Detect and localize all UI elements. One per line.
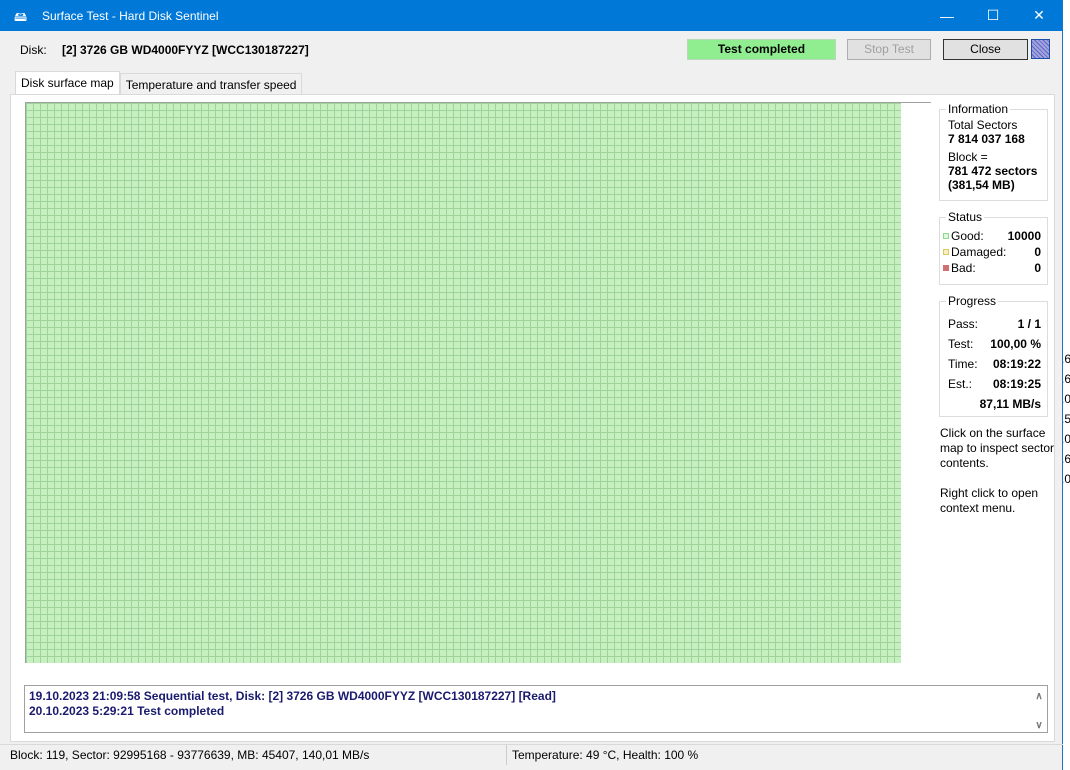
disk-label: Disk: <box>20 43 47 57</box>
maximize-button[interactable]: ☐ <box>970 0 1016 31</box>
divider <box>901 102 931 103</box>
log-line: 19.10.2023 21:09:58 Sequential test, Dis… <box>29 689 556 703</box>
time-label: Time: <box>948 357 978 371</box>
status-damaged-row: Damaged: 0 <box>943 244 1047 260</box>
good-value: 10000 <box>1007 229 1041 243</box>
test-value: 100,00 % <box>990 337 1041 351</box>
total-sectors-label: Total Sectors <box>948 118 1018 132</box>
damaged-square-icon <box>943 249 949 255</box>
scroll-down-icon[interactable]: ∨ <box>1031 718 1047 733</box>
test-log[interactable]: 19.10.2023 21:09:58 Sequential test, Dis… <box>24 685 1048 733</box>
inspect-hint: Click on the surface map to inspect sect… <box>940 426 1055 470</box>
context-menu-hint: Right click to open context menu. <box>940 486 1039 515</box>
divider <box>506 745 507 765</box>
block-sectors-value: 781 472 sectors <box>948 164 1038 178</box>
good-square-icon <box>943 233 949 239</box>
tab-panel: Information Total Sectors 7 814 037 168 … <box>10 94 1055 742</box>
status-group: Status Good: 10000 Damaged: 0 Bad: 0 <box>939 210 1048 285</box>
damaged-label: Damaged: <box>951 245 1007 259</box>
close-window-button[interactable]: ✕ <box>1016 0 1062 31</box>
est-label: Est.: <box>948 377 973 391</box>
bad-square-icon <box>943 265 949 271</box>
block-info: Block: 119, Sector: 92995168 - 93776639,… <box>10 748 370 762</box>
tab-temperature-transfer-speed[interactable]: Temperature and transfer speed <box>119 73 303 95</box>
close-button[interactable]: Close <box>943 39 1028 60</box>
good-label: Good: <box>951 229 984 243</box>
damaged-value: 0 <box>1034 245 1041 259</box>
test-row: Test: 100,00 % <box>948 334 1047 354</box>
bad-label: Bad: <box>951 261 976 275</box>
title-bar[interactable]: 🖴 Surface Test - Hard Disk Sentinel — ☐ … <box>0 0 1062 31</box>
pass-row: Pass: 1 / 1 <box>948 314 1047 334</box>
minimize-button[interactable]: — <box>924 0 970 31</box>
speed-value: 87,11 MB/s <box>979 397 1041 411</box>
time-row: Time: 08:19:22 <box>948 354 1047 374</box>
progress-group: Progress Pass: 1 / 1 Test: 100,00 % Time: 0… <box>939 294 1048 417</box>
progress-title: Progress <box>946 294 999 308</box>
log-scrollbar[interactable]: ∧ ∨ <box>1031 686 1047 732</box>
block-label: Block = <box>948 150 988 164</box>
save-icon[interactable] <box>1031 39 1050 59</box>
pass-value: 1 / 1 <box>1017 317 1041 331</box>
status-title: Status <box>946 210 985 224</box>
bad-value: 0 <box>1034 261 1041 275</box>
est-row: Est.: 08:19:25 <box>948 374 1047 394</box>
total-sectors-value: 7 814 037 168 <box>948 132 1025 146</box>
log-line: 20.10.2023 5:29:21 Test completed <box>29 704 225 718</box>
app-icon: 🖴 <box>14 8 28 24</box>
information-title: Information <box>946 102 1011 116</box>
stop-test-button[interactable]: Stop Test <box>847 39 931 60</box>
disk-value: [2] 3726 GB WD4000FYYZ [WCC130187227] <box>62 43 309 57</box>
speed-row: 87,11 MB/s <box>948 394 1047 414</box>
window-title: Surface Test - Hard Disk Sentinel <box>42 8 219 23</box>
est-value: 08:19:25 <box>992 377 1041 391</box>
status-bar: Block: 119, Sector: 92995168 - 93776639,… <box>0 744 1063 765</box>
time-value: 08:19:22 <box>992 357 1041 371</box>
disk-surface-map[interactable] <box>25 102 901 663</box>
pass-label: Pass: <box>948 317 979 331</box>
status-bad-row: Bad: 0 <box>943 260 1047 276</box>
scroll-up-icon[interactable]: ∧ <box>1031 689 1047 704</box>
temperature-health-info: Temperature: 49 °C, Health: 100 % <box>512 748 699 762</box>
information-group: Information Total Sectors 7 814 037 168 … <box>939 102 1048 201</box>
status-good-row: Good: 10000 <box>943 228 1047 244</box>
block-size-value: (381,54 MB) <box>948 178 1015 192</box>
tab-disk-surface-map[interactable]: Disk surface map <box>15 71 120 95</box>
surface-test-window: 🖴 Surface Test - Hard Disk Sentinel — ☐ … <box>0 0 1063 770</box>
test-status-indicator: Test completed <box>687 39 836 60</box>
test-label: Test: <box>948 337 974 351</box>
